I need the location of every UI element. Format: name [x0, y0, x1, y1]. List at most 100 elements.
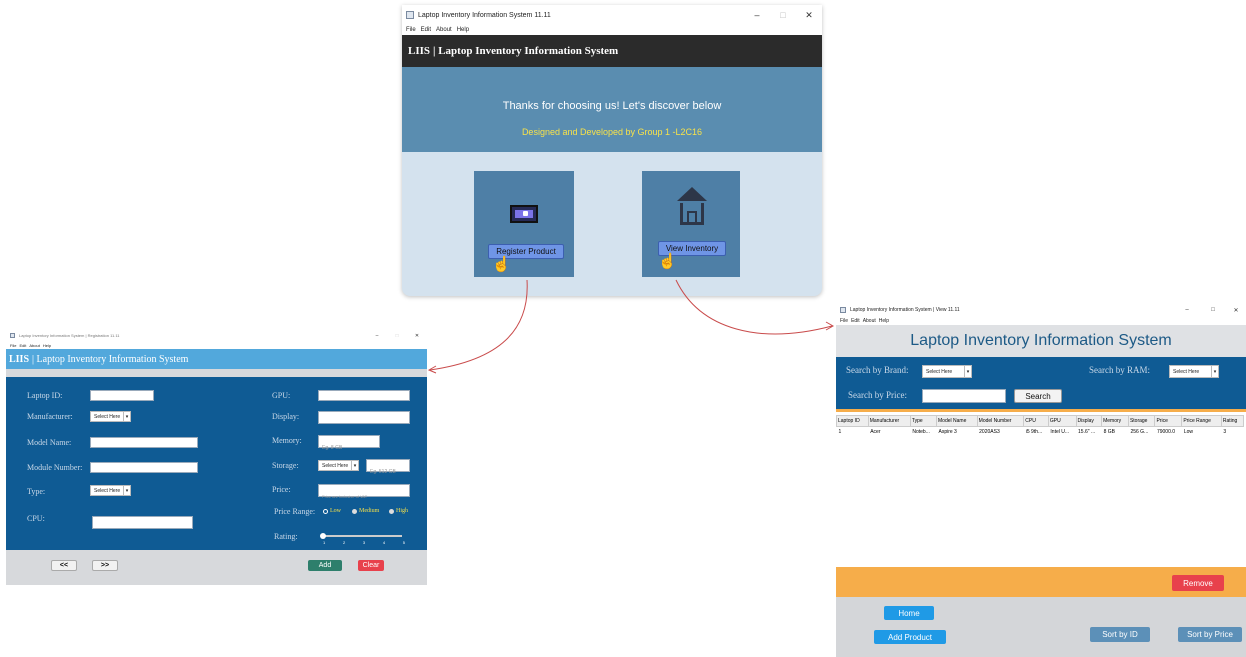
app-icon	[10, 333, 15, 338]
label-laptop-id: Laptop ID:	[27, 391, 63, 400]
menu-about[interactable]: About	[29, 343, 39, 348]
th-model-name[interactable]: Model Name	[936, 415, 978, 427]
label-price: Price:	[272, 485, 291, 494]
memory-placeholder: Eg. 8 GB	[322, 445, 343, 451]
action-bar: Remove	[836, 567, 1246, 597]
menu-file[interactable]: File	[840, 318, 848, 324]
storage-select[interactable]: Select Here ▾	[318, 460, 359, 471]
th-manufacturer[interactable]: Manufacturer	[867, 415, 911, 427]
table-header-row: Laptop ID Manufacturer Type Model Name M…	[836, 415, 1245, 427]
th-display[interactable]: Display	[1075, 415, 1103, 427]
manufacturer-select[interactable]: Select Here ▾	[90, 411, 131, 422]
search-button[interactable]: Search	[1014, 389, 1062, 403]
sort-by-id-button[interactable]: Sort by ID	[1090, 627, 1150, 642]
prev-button[interactable]: <<	[51, 560, 77, 571]
cell-display: 15.6" ...	[1078, 429, 1096, 436]
sort-by-price-button[interactable]: Sort by Price	[1178, 627, 1242, 642]
menu-help[interactable]: Help	[879, 318, 889, 324]
minimize-icon[interactable]: –	[367, 333, 387, 339]
welcome-banner: Thanks for choosing us! Let's discover b…	[402, 67, 822, 152]
radio-circle-icon	[389, 508, 394, 514]
radio-high[interactable]: High	[389, 508, 408, 514]
view-menubar: File Edit About Help	[836, 317, 1246, 325]
main-window-title: Laptop Inventory Information System 11.1…	[418, 11, 551, 19]
menu-edit[interactable]: Edit	[19, 343, 26, 348]
add-product-button[interactable]: Add Product	[874, 630, 946, 644]
gpu-input[interactable]	[318, 390, 410, 401]
maximize-icon[interactable]: □	[387, 333, 407, 339]
minimize-icon[interactable]: –	[1174, 307, 1200, 314]
radio-medium[interactable]: Medium	[352, 508, 379, 514]
reg-header: LIIS | Laptop Inventory Information Syst…	[6, 349, 427, 369]
th-gpu[interactable]: GPU	[1047, 415, 1077, 427]
table-row[interactable]: 1 Acer Noteb... Aspire 3 2020AS3 i5 9th.…	[837, 427, 1244, 438]
maximize-icon[interactable]: □	[770, 10, 796, 21]
menu-edit[interactable]: Edit	[851, 318, 860, 324]
memory-input[interactable]: Eg. 8 GB	[318, 435, 380, 451]
add-button[interactable]: Add	[308, 560, 342, 571]
cell-manufacturer: Acer	[870, 429, 881, 436]
remove-button[interactable]: Remove	[1172, 575, 1224, 591]
close-icon[interactable]: ✕	[1226, 307, 1246, 314]
label-search-price: Search by Price:	[848, 390, 907, 400]
reg-titlebar: Laptop Inventory Information System | Re…	[6, 330, 427, 341]
menu-file[interactable]: File	[10, 343, 16, 348]
slider-thumb[interactable]	[320, 533, 326, 539]
price-placeholder: Price are inclusive of VAT	[322, 494, 368, 499]
label-module-number: Module Number:	[27, 463, 83, 472]
welcome-text: Thanks for choosing us! Let's discover b…	[502, 100, 722, 112]
cell-cpu: i5 9th...	[1025, 429, 1043, 436]
model-name-input[interactable]	[90, 437, 198, 448]
rating-slider[interactable]	[320, 533, 402, 539]
header-title: | Laptop Inventory Information System	[32, 353, 189, 365]
register-tile[interactable]: Register Product ☝	[474, 171, 574, 277]
th-cpu[interactable]: CPU	[1023, 415, 1049, 427]
credit-text: Designed and Developed by Group 1 -L2C16	[521, 127, 703, 137]
view-window-title: Laptop Inventory Information System | Vi…	[850, 307, 960, 313]
menu-file[interactable]: File	[406, 27, 416, 33]
type-select[interactable]: Select Here ▾	[90, 485, 131, 496]
clear-button[interactable]: Clear	[358, 560, 384, 571]
th-laptop-id[interactable]: Laptop ID	[836, 415, 869, 427]
view-tile[interactable]: View Inventory ☝	[642, 171, 740, 277]
menu-edit[interactable]: Edit	[421, 27, 431, 33]
th-memory[interactable]: Memory	[1101, 415, 1129, 427]
chevron-down-icon: ▾	[964, 366, 971, 377]
close-icon[interactable]: ✕	[407, 333, 427, 339]
module-number-input[interactable]	[90, 462, 198, 473]
th-type[interactable]: Type	[909, 415, 938, 427]
arrowhead-left	[427, 365, 437, 374]
th-price-range[interactable]: Price Range	[1181, 415, 1222, 427]
radio-medium-label: Medium	[359, 508, 380, 514]
maximize-icon[interactable]: □	[1200, 307, 1226, 314]
menu-about[interactable]: About	[436, 27, 452, 33]
price-input[interactable]: Price are inclusive of VAT	[318, 484, 410, 499]
next-button[interactable]: >>	[92, 560, 118, 571]
ram-select[interactable]: Select Here ▾	[1169, 365, 1219, 378]
brand-select[interactable]: Select Here ▾	[922, 365, 972, 378]
arrowhead-right	[825, 321, 835, 331]
th-storage[interactable]: Storage	[1127, 415, 1156, 427]
menu-help[interactable]: Help	[457, 27, 469, 33]
cpu-input[interactable]	[92, 516, 193, 529]
laptop-id-input[interactable]	[90, 390, 154, 401]
th-price[interactable]: Price	[1154, 415, 1183, 427]
price-search-input[interactable]	[922, 389, 1006, 403]
minimize-icon[interactable]: –	[744, 10, 770, 21]
reg-form: Laptop ID: Manufacturer: Select Here ▾ Mo…	[6, 377, 427, 550]
laptop-icon	[510, 205, 538, 223]
display-input[interactable]	[318, 411, 410, 424]
close-icon[interactable]: ✕	[796, 10, 822, 21]
radio-low[interactable]: Low	[323, 508, 341, 514]
storage-input[interactable]: Eg. 512 GB	[366, 459, 410, 475]
main-header: LIIS | Laptop Inventory Information Syst…	[402, 35, 822, 67]
menu-about[interactable]: About	[863, 318, 876, 324]
th-rating[interactable]: Rating	[1220, 415, 1245, 427]
tick-5: 5	[402, 540, 405, 545]
home-button[interactable]: Home	[884, 606, 934, 620]
brand-logo: LIIS	[408, 45, 431, 57]
chevron-down-icon: ▾	[123, 486, 130, 495]
th-model-number[interactable]: Model Number	[976, 415, 1025, 427]
menu-help[interactable]: Help	[43, 343, 51, 348]
radio-circle-icon	[323, 508, 328, 514]
